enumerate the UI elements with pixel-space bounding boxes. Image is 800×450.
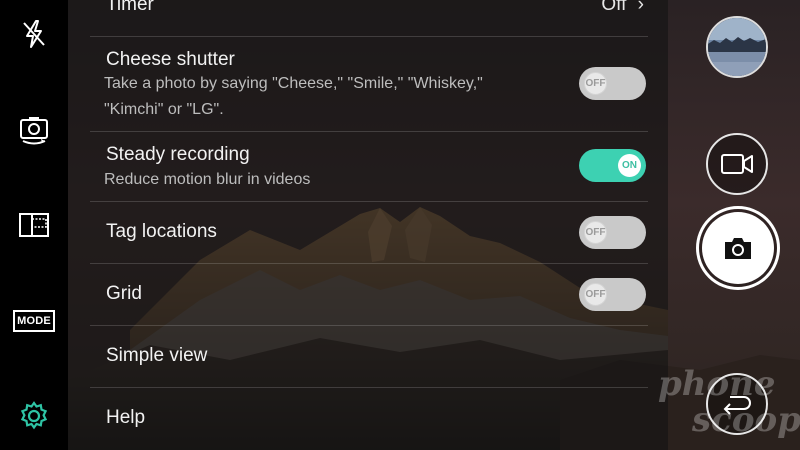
setting-description-cheese-shutter: Take a photo by saying "Cheese," "Smile,… [104,71,544,123]
back-arrow-icon [723,396,751,415]
left-control-rail: MODE [0,0,68,450]
setting-title-steady-recording: Steady recording [106,144,250,165]
setting-description-steady-recording: Reduce motion blur in videos [104,171,311,188]
flash-toggle-button[interactable] [14,14,54,54]
camera-icon [725,238,751,259]
tag-locations-toggle[interactable]: OFF [579,216,646,249]
toggle-knob: OFF [584,72,607,95]
toggle-knob: ON [618,154,641,177]
setting-row-help[interactable]: Help [90,388,648,450]
timer-value: Off › [601,0,644,16]
cheese-shutter-toggle[interactable]: OFF [579,67,646,100]
mode-button[interactable]: MODE [13,301,55,341]
switch-camera-icon [20,117,48,145]
chevron-right-icon: › [637,0,644,15]
gear-icon [20,401,48,430]
mode-label: MODE [13,310,55,332]
camera-settings-panel: Timer Off › Cheese shutter Take a photo … [68,0,668,450]
setting-title-grid: Grid [106,283,142,304]
switch-camera-button[interactable] [14,109,54,149]
setting-row-simple-view[interactable]: Simple view [90,326,648,388]
gallery-thumbnail-button[interactable] [706,16,768,78]
setting-row-steady-recording[interactable]: Steady recording Reduce motion blur in v… [90,132,648,202]
cheese-shutter-description-line1: Take a photo by saying "Cheese," "Smile,… [104,75,483,92]
setting-row-cheese-shutter[interactable]: Cheese shutter Take a photo by saying "C… [90,37,648,132]
back-button[interactable] [706,373,768,435]
shutter-button-face [702,212,774,284]
toggle-knob: OFF [584,221,607,244]
settings-button[interactable] [14,396,54,436]
video-camera-icon [721,154,753,174]
setting-row-timer[interactable]: Timer Off › [90,0,648,37]
setting-title-simple-view: Simple view [106,345,208,366]
setting-title-help: Help [106,407,146,428]
grid-toggle[interactable]: OFF [579,278,646,311]
sd-card-icon [19,213,49,237]
shutter-button[interactable] [696,206,780,290]
setting-title-cheese-shutter: Cheese shutter [106,49,235,70]
flash-off-icon [23,20,45,48]
steady-recording-toggle[interactable]: ON [579,149,646,182]
setting-title-tag-locations: Tag locations [106,221,217,242]
record-video-button[interactable] [706,133,768,195]
toggle-knob: OFF [584,283,607,306]
gallery-thumbnail [708,18,766,76]
cheese-shutter-description-line2: "Kimchi" or "LG". [104,101,224,118]
timer-value-text: Off [601,0,627,15]
setting-row-grid[interactable]: Grid OFF [90,264,648,326]
camera-screen: MODE Timer Off › Cheese shutter Take a p… [0,0,800,450]
storage-location-button[interactable] [14,205,54,245]
setting-row-tag-locations[interactable]: Tag locations OFF [90,202,648,264]
setting-title-timer: Timer [106,0,154,15]
